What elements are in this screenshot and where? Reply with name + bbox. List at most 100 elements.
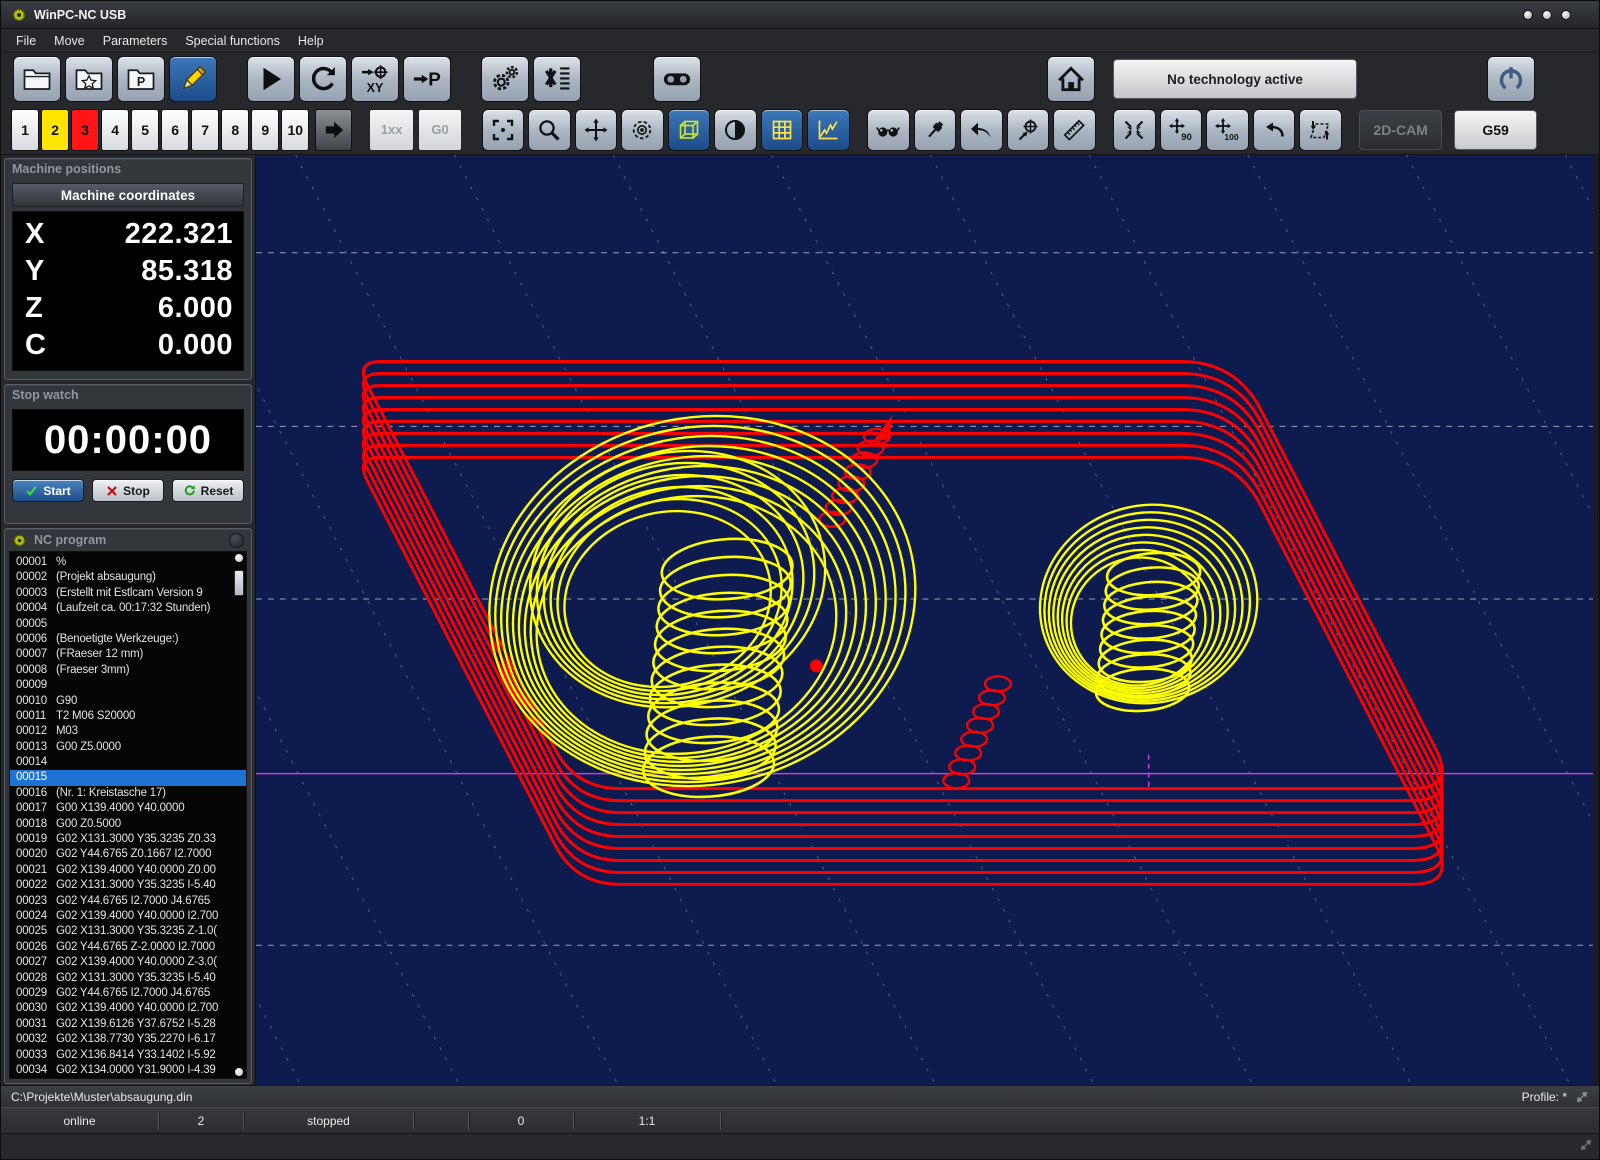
toolpath-drawing[interactable] (256, 155, 1593, 1085)
nc-line-00012[interactable]: 00012M03 (16, 724, 232, 739)
nc-line-00021[interactable]: 00021G02 X139.4000 Y40.0000 Z0.00 (16, 863, 232, 878)
folder-star-button[interactable] (65, 56, 113, 102)
tool-number-7-button[interactable]: 7 (191, 109, 219, 151)
nc-line-00008[interactable]: 00008(Fraeser 3mm) (16, 663, 232, 678)
play-button[interactable] (247, 56, 295, 102)
view-extents-button[interactable] (482, 109, 525, 151)
stopwatch-start-button[interactable]: Start (12, 479, 84, 502)
nc-program-list[interactable]: 00001%00002(Projekt absaugung)00003(Erst… (9, 551, 247, 1079)
nc-line-00029[interactable]: 00029G02 Y44.6765 I2.7000 J4.6765 (16, 986, 232, 1001)
pan-button[interactable] (575, 109, 618, 151)
nc-line-00025[interactable]: 00025G02 X131.3000 Y35.3235 Z-1.0( (16, 924, 232, 939)
nc-line-00034[interactable]: 00034G02 X134.0000 Y31.9000 I-4.39 (16, 1063, 232, 1078)
2d-cam-button[interactable]: 2D-CAM (1359, 110, 1442, 150)
nc-line-00019[interactable]: 00019G02 X131.3000 Y35.3235 Z0.33 (16, 832, 232, 847)
nc-line-00002[interactable]: 00002(Projekt absaugung) (16, 570, 232, 585)
pencil-button[interactable] (169, 56, 217, 102)
window-button[interactable] (1542, 10, 1552, 20)
scroll-up-dot[interactable] (235, 554, 243, 562)
tool-number-10-button[interactable]: 10 (281, 109, 309, 151)
nc-line-00014[interactable]: 00014 (16, 755, 232, 770)
back-button[interactable] (960, 109, 1003, 151)
move-90-button[interactable]: 90 (1160, 109, 1203, 151)
tool-settings-button[interactable] (533, 56, 581, 102)
tool-number-3-button[interactable]: 3 (71, 109, 99, 151)
resize-grip-icon[interactable] (1579, 1138, 1593, 1157)
pin-button[interactable] (914, 109, 957, 151)
scroll-down-dot[interactable] (235, 1068, 243, 1076)
nc-line-00003[interactable]: 00003(Erstellt mit Estlcam Version 9 (16, 586, 232, 601)
nc-line-00020[interactable]: 00020G02 Y44.6765 Z0.1667 I2.7000 (16, 847, 232, 862)
menu-special-functions[interactable]: Special functions (176, 31, 289, 51)
collapse-button[interactable] (1113, 109, 1156, 151)
power-button[interactable] (1487, 56, 1535, 102)
nc-line-00010[interactable]: 00010G90 (16, 694, 232, 709)
window-button[interactable] (1561, 10, 1571, 20)
nc-line-00016[interactable]: 00016(Nr. 1: Kreistasche 17) (16, 786, 232, 801)
grid-button[interactable] (761, 109, 804, 151)
tool-number-2-button[interactable]: 2 (41, 109, 69, 151)
nc-line-00005[interactable]: 00005 (16, 617, 232, 632)
menu-parameters[interactable]: Parameters (94, 31, 177, 51)
redraw-button[interactable] (621, 109, 664, 151)
gears-button[interactable] (481, 56, 529, 102)
tool-number-9-button[interactable]: 9 (251, 109, 279, 151)
nc-line-00009[interactable]: 00009 (16, 678, 232, 693)
nc-line-00023[interactable]: 00023G02 Y44.6765 I2.7000 J4.6765 (16, 894, 232, 909)
speed-override-button[interactable]: 1xx (369, 109, 413, 151)
nc-line-00013[interactable]: 00013G00 Z5.0000 (16, 740, 232, 755)
scrollbar-thumb[interactable] (234, 570, 244, 596)
menu-move[interactable]: Move (45, 31, 94, 51)
toolpath-canvas[interactable] (255, 155, 1599, 1085)
nc-line-00017[interactable]: 00017G00 X139.4000 Y40.0000 (16, 801, 232, 816)
nc-line-00007[interactable]: 00007(FRaeser 12 mm) (16, 647, 232, 662)
folder-p-button[interactable]: P (117, 56, 165, 102)
next-tool-arrow-button[interactable] (315, 109, 352, 151)
open-folder-button[interactable] (13, 56, 61, 102)
nc-line-00026[interactable]: 00026G02 Y44.6765 Z-2.0000 I2.7000 (16, 940, 232, 955)
xy-move-button[interactable]: XY (351, 56, 399, 102)
undo-button[interactable] (1253, 109, 1296, 151)
nc-line-00001[interactable]: 00001% (16, 555, 232, 570)
menu-file[interactable]: File (7, 31, 45, 51)
tool-number-6-button[interactable]: 6 (161, 109, 189, 151)
tool-number-4-button[interactable]: 4 (101, 109, 129, 151)
g0-button[interactable]: G0 (418, 109, 462, 151)
nc-line-00022[interactable]: 00022G02 X131.3000 Y35.3235 I-5.40 (16, 878, 232, 893)
tool-number-1-button[interactable]: 1 (11, 109, 39, 151)
stopwatch-reset-button[interactable]: Reset (172, 479, 244, 502)
cube-button[interactable] (668, 109, 711, 151)
goto-target-button[interactable] (1007, 109, 1050, 151)
chart-button[interactable] (807, 109, 850, 151)
nc-line-00015[interactable]: 00015 (10, 770, 246, 785)
nc-line-00031[interactable]: 00031G02 X139.6126 Y37.6752 I-5.28 (16, 1017, 232, 1032)
tool-number-8-button[interactable]: 8 (221, 109, 249, 151)
g59-button[interactable]: G59 (1454, 110, 1537, 150)
menu-help[interactable]: Help (289, 31, 333, 51)
gamepad-button[interactable] (653, 56, 701, 102)
contrast-button[interactable] (714, 109, 757, 151)
nc-line-00033[interactable]: 00033G02 X136.8414 Y33.1402 I-5.92 (16, 1048, 232, 1063)
resize-grip-icon[interactable] (1575, 1090, 1589, 1104)
nc-line-00018[interactable]: 00018G00 Z0.5000 (16, 817, 232, 832)
nc-line-00006[interactable]: 00006(Benoetigte Werkzeuge:) (16, 632, 232, 647)
zoom-button[interactable] (528, 109, 571, 151)
tool-number-5-button[interactable]: 5 (131, 109, 159, 151)
home-button[interactable] (1047, 56, 1095, 102)
nc-line-00030[interactable]: 00030G02 X139.4000 Y40.0000 I2.700 (16, 1001, 232, 1016)
move-100-button[interactable]: 100 (1206, 109, 1249, 151)
nc-line-00024[interactable]: 00024G02 X139.4000 Y40.0000 I2.700 (16, 909, 232, 924)
goto-p-button[interactable]: P (403, 56, 451, 102)
nc-line-00032[interactable]: 00032G02 X138.7730 Y35.2270 I-6.17 (16, 1032, 232, 1047)
nc-scrollbar[interactable] (233, 554, 245, 1076)
nc-line-00004[interactable]: 00004(Laufzeit ca. 00:17:32 Stunden) (16, 601, 232, 616)
window-button[interactable] (1523, 10, 1533, 20)
window-controls[interactable] (1523, 10, 1589, 20)
nc-line-00028[interactable]: 00028G02 X131.3000 Y35.3235 I-5.40 (16, 971, 232, 986)
glasses-button[interactable] (867, 109, 910, 151)
machine-coordinates-button[interactable]: Machine coordinates (12, 183, 244, 207)
ruler-button[interactable] (1053, 109, 1096, 151)
stopwatch-stop-button[interactable]: Stop (92, 479, 164, 502)
repeat-button[interactable] (299, 56, 347, 102)
nc-line-00011[interactable]: 00011T2 M06 S20000 (16, 709, 232, 724)
